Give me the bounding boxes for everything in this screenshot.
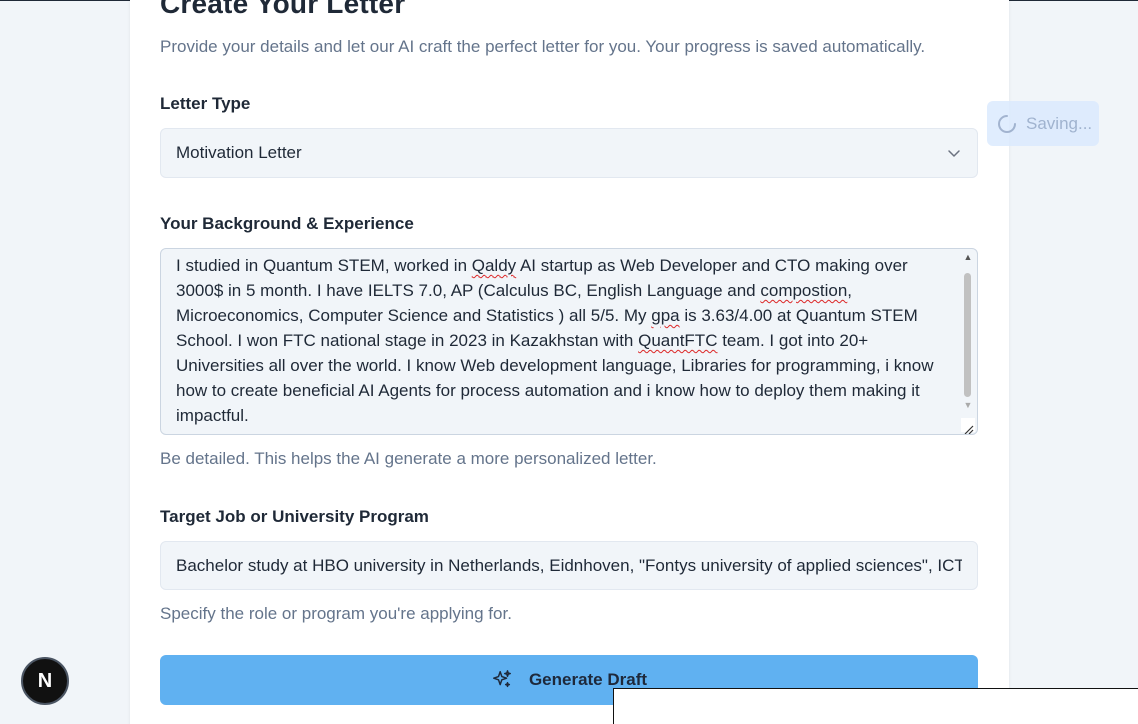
nextjs-badge-icon[interactable]: N xyxy=(21,657,69,705)
scrollbar-thumb[interactable] xyxy=(964,273,971,397)
saving-status: Saving... xyxy=(987,101,1099,146)
misspelled-word: compostion xyxy=(760,281,848,300)
spinner-icon xyxy=(997,114,1017,134)
saving-label: Saving... xyxy=(1026,113,1093,133)
scroll-down-icon[interactable]: ▼ xyxy=(963,399,973,411)
badge-letter: N xyxy=(38,670,52,692)
misspelled-word: gpa xyxy=(651,306,680,325)
target-helper-text: Specify the role or program you're apply… xyxy=(160,604,512,623)
misspelled-word: Qaldy xyxy=(471,256,517,275)
scroll-up-icon[interactable]: ▲ xyxy=(963,251,973,263)
page-title: Create Your Letter xyxy=(160,0,406,19)
letter-type-select[interactable]: Motivation Letter xyxy=(160,128,978,178)
sparkles-icon xyxy=(491,669,513,691)
background-text: I studied in Quantum STEM, worked in Qal… xyxy=(176,256,934,425)
letter-type-value: Motivation Letter xyxy=(176,143,302,162)
page-subtitle: Provide your details and let our AI craf… xyxy=(160,37,926,56)
background-label: Your Background & Experience xyxy=(160,214,414,233)
background-helper-text: Be detailed. This helps the AI generate … xyxy=(160,449,657,468)
textarea-scrollbar[interactable]: ▲ ▼ xyxy=(961,251,975,432)
letter-type-label: Letter Type xyxy=(160,94,251,113)
target-input[interactable] xyxy=(160,541,978,590)
chevron-down-icon xyxy=(946,145,962,161)
target-label: Target Job or University Program xyxy=(160,507,429,526)
overlay-panel xyxy=(613,688,1138,724)
misspelled-word: QuantFTC xyxy=(638,331,718,350)
background-textarea[interactable]: I studied in Quantum STEM, worked in Qal… xyxy=(160,248,978,435)
resize-handle-icon[interactable] xyxy=(961,418,975,434)
generate-draft-label: Generate Draft xyxy=(528,670,648,689)
